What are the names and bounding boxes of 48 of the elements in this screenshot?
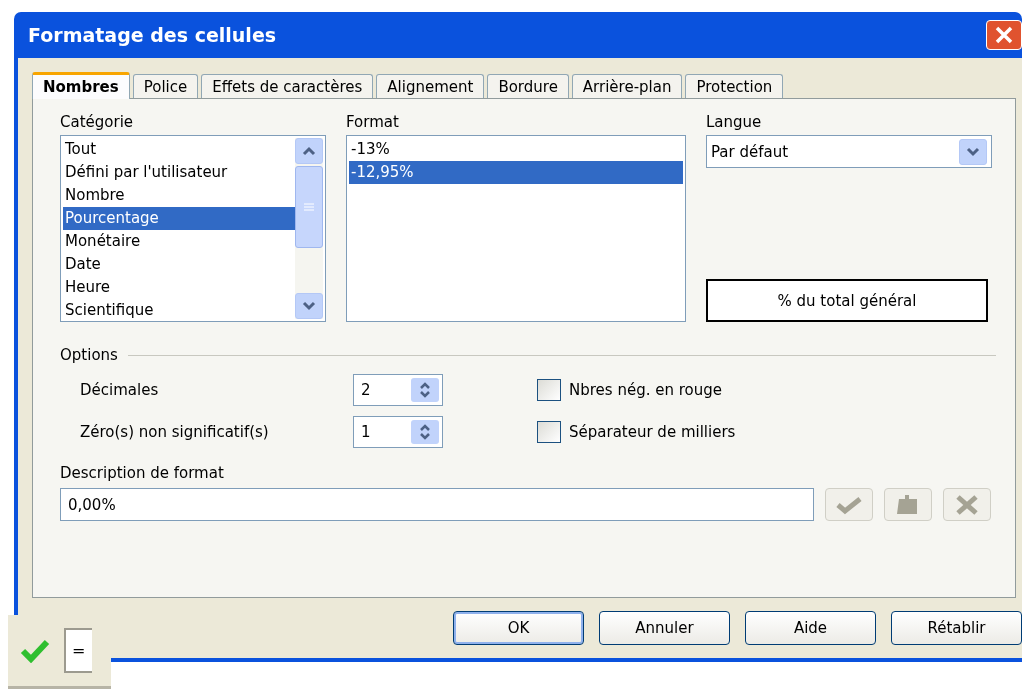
list-item[interactable]: Scientifique	[63, 299, 295, 322]
spinner-label: Zéro(s) non significatif(s)	[80, 423, 270, 441]
tab[interactable]: Alignement	[376, 74, 485, 98]
dialog-button[interactable]: Annuler	[599, 611, 730, 645]
formula-field[interactable]: =	[64, 628, 92, 673]
category-label: Catégorie	[60, 113, 135, 131]
checkbox-label: Nbres nég. en rouge	[569, 381, 722, 399]
list-item[interactable]: Heure	[63, 276, 295, 299]
format-preview: % du total général	[706, 279, 988, 322]
format-label: Format	[346, 113, 400, 131]
language-dropdown[interactable]: Par défaut	[706, 135, 992, 168]
checkbox-label: Séparateur de milliers	[569, 423, 736, 441]
tab[interactable]: Effets de caractères	[201, 74, 374, 98]
options-heading: Options	[60, 346, 118, 364]
list-item[interactable]: Date	[63, 253, 295, 276]
dialog-button[interactable]: Aide	[745, 611, 876, 645]
up-down-icon	[419, 424, 431, 440]
format-code-field[interactable]: 0,00%	[60, 488, 814, 521]
language-label: Langue	[706, 113, 763, 131]
list-item[interactable]: Monétaire	[63, 230, 295, 253]
delete-icon	[955, 493, 979, 516]
dialog-button[interactable]: OK	[453, 611, 584, 645]
grip-icon	[304, 202, 314, 212]
scrollbar[interactable]	[295, 138, 323, 319]
number-spinner[interactable]: 1	[353, 416, 443, 448]
list-item[interactable]: Défini par l'utilisateur	[63, 161, 295, 184]
tab[interactable]: Protection	[685, 74, 784, 98]
tab[interactable]: Arrière-plan	[571, 74, 683, 98]
checkbox[interactable]	[537, 379, 561, 401]
format-code-label: Description de format	[60, 464, 224, 482]
list-item[interactable]: Tout	[63, 138, 295, 161]
window-title: Formatage des cellules	[28, 24, 277, 46]
up-down-icon	[419, 382, 431, 398]
list-item[interactable]: -12,95%	[349, 161, 683, 184]
tab[interactable]: Police	[132, 74, 199, 98]
tab[interactable]: Bordure	[487, 74, 569, 98]
checkmark-icon	[835, 494, 863, 515]
close-icon	[994, 25, 1014, 45]
check-icon[interactable]	[20, 638, 50, 663]
tab[interactable]: Nombres	[32, 72, 130, 99]
checkbox[interactable]	[537, 421, 561, 443]
list-item[interactable]: -13%	[349, 138, 683, 161]
dialog-button[interactable]: Rétablir	[891, 611, 1022, 645]
list-item[interactable]: Nombre	[63, 184, 295, 207]
spinner-label: Décimales	[80, 381, 160, 399]
close-button[interactable]	[986, 20, 1022, 50]
number-spinner[interactable]: 2	[353, 374, 443, 406]
list-item[interactable]: Pourcentage	[63, 207, 295, 230]
